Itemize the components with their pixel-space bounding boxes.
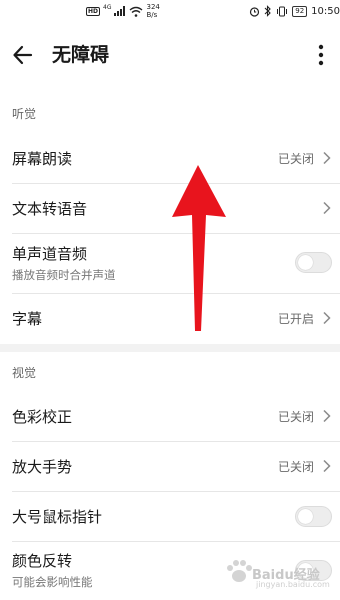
clock: 10:50 <box>311 5 340 17</box>
hd-icon: HD <box>86 6 101 16</box>
row-title: 放大手势 <box>12 458 73 476</box>
row-title: 字幕 <box>12 310 43 328</box>
row-title: 大号鼠标指针 <box>12 508 103 526</box>
title-bar: 无障碍 <box>0 30 340 80</box>
more-options-button[interactable] <box>308 42 334 68</box>
row-subtitle: 可能会影响性能 <box>12 575 93 589</box>
row-value: 已关闭 <box>277 410 314 424</box>
row-title: 单声道音频 <box>12 245 88 263</box>
page-title: 无障碍 <box>52 44 110 66</box>
wifi-icon <box>130 6 143 17</box>
row-title: 文本转语音 <box>12 200 88 218</box>
watermark: Baidu经验 jingyan.baidu.com <box>222 546 340 596</box>
row-title: 颜色反转 <box>12 552 73 570</box>
settings-row-screen-reader[interactable]: 屏幕朗读 已关闭 <box>0 134 340 184</box>
chevron-right-icon <box>323 459 331 473</box>
chevron-right-icon <box>323 311 331 325</box>
net-speed-value: 324 <box>146 3 160 11</box>
battery-icon: 92 <box>292 5 308 17</box>
bluetooth-icon <box>264 5 272 17</box>
chevron-right-icon <box>323 151 331 165</box>
net-speed: 324 B/s <box>146 3 159 19</box>
row-title: 屏幕朗读 <box>12 150 73 168</box>
net-speed-unit: B/s <box>146 11 158 19</box>
row-value: 已关闭 <box>277 152 314 166</box>
status-right: 92 10:50 <box>249 4 340 18</box>
settings-row-text-to-speech[interactable]: 文本转语音 <box>0 184 340 234</box>
section-separator <box>0 344 340 352</box>
row-value: 已关闭 <box>277 460 314 474</box>
alarm-icon <box>250 6 260 17</box>
back-button[interactable] <box>10 42 36 68</box>
row-title: 色彩校正 <box>12 408 73 426</box>
vibrate-icon <box>277 6 288 16</box>
status-left: HD 4G 324 B/s <box>86 3 160 19</box>
row-subtitle: 播放音频时合并声道 <box>12 268 116 282</box>
section-header-hearing: 听觉 <box>12 107 37 121</box>
settings-row-large-pointer[interactable]: 大号鼠标指针 <box>0 492 340 542</box>
settings-row-captions[interactable]: 字幕 已开启 <box>0 294 340 344</box>
settings-row-mono-audio[interactable]: 单声道音频 播放音频时合并声道 <box>0 234 340 294</box>
section-header-vision: 视觉 <box>12 366 37 380</box>
chevron-right-icon <box>323 409 331 423</box>
chevron-right-icon <box>323 201 331 215</box>
network-type-label: 4G <box>103 3 112 11</box>
row-value: 已开启 <box>277 312 314 326</box>
watermark-url: jingyan.baidu.com <box>256 580 330 589</box>
signal-icon <box>114 6 126 16</box>
settings-row-color-correction[interactable]: 色彩校正 已关闭 <box>0 392 340 442</box>
more-vert-icon <box>318 44 324 66</box>
toggle-knob <box>298 509 313 524</box>
back-arrow-icon <box>13 45 33 65</box>
mono-audio-toggle[interactable] <box>295 252 332 273</box>
status-bar: HD 4G 324 B/s 92 10:50 <box>0 0 340 24</box>
toggle-knob <box>298 255 313 270</box>
paw-logo-icon <box>227 560 252 582</box>
settings-row-magnification-gestures[interactable]: 放大手势 已关闭 <box>0 442 340 492</box>
large-pointer-toggle[interactable] <box>295 506 332 527</box>
